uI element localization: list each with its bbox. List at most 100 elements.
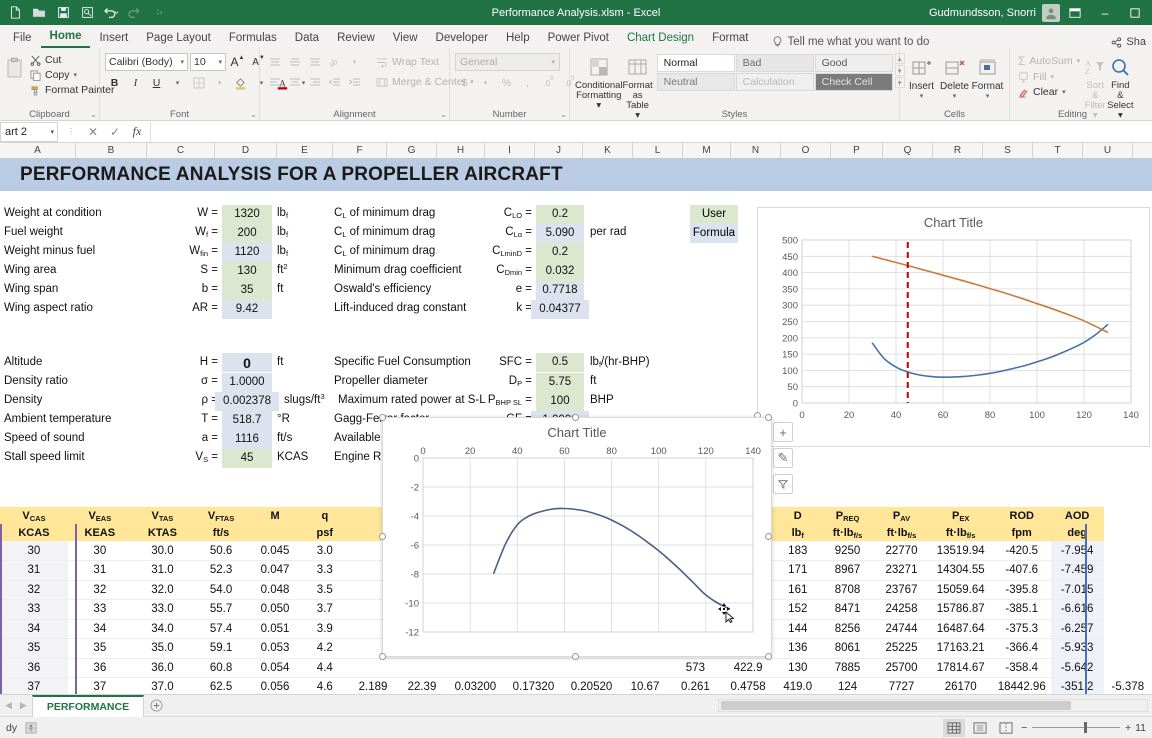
table-cell[interactable]: 16487.64 [928, 619, 993, 639]
ribbon-tab-bar[interactable]: File Home Insert Page Layout Formulas Da… [0, 25, 1152, 48]
table-cell[interactable]: 52.3 [193, 560, 250, 581]
table-cell[interactable]: 35.0 [131, 638, 194, 659]
value-oswalds-e[interactable]: 0.7718 [536, 281, 584, 300]
table-cell[interactable]: 32 [0, 580, 68, 600]
style-calculation[interactable]: Calculation [735, 73, 814, 91]
column-header-o[interactable]: O [781, 143, 831, 158]
value-weight-at-condition[interactable]: 1320 [222, 205, 272, 224]
table-cell[interactable]: -7.459 [1050, 560, 1104, 581]
column-header-m[interactable]: M [683, 143, 731, 158]
tab-nav-prev-icon[interactable]: ◀ [5, 700, 12, 711]
table-cell[interactable]: 31.0 [131, 560, 194, 581]
chevron-down-icon[interactable]: ▾ [176, 58, 184, 66]
sheet-tab-performance[interactable]: PERFORMANCE [31, 694, 145, 717]
value-wing-span[interactable]: 35 [222, 281, 272, 300]
redo-icon[interactable] [124, 2, 146, 23]
conditional-formatting-button[interactable]: Conditional Formatting ▾ [575, 53, 623, 111]
align-top-button[interactable] [265, 53, 284, 71]
insert-cells-button[interactable]: Insert ▾ [905, 53, 938, 100]
chevron-down-icon[interactable]: ▾ [920, 92, 924, 100]
tab-data[interactable]: Data [286, 29, 328, 48]
chart-handle-w[interactable] [379, 533, 386, 540]
tab-nav-next-icon[interactable]: ▶ [12, 700, 27, 711]
save-icon[interactable] [52, 2, 74, 23]
table-cell[interactable]: 0.20520 [562, 677, 621, 694]
increase-indent-button[interactable] [345, 73, 364, 91]
table-cell[interactable]: 0.048 [249, 580, 302, 600]
table-cell[interactable]: 34 [67, 619, 132, 639]
chevron-down-icon[interactable]: ▾ [986, 92, 990, 100]
column-header-k[interactable]: K [583, 143, 633, 158]
normal-view-button[interactable] [943, 718, 966, 737]
tab-developer[interactable]: Developer [427, 29, 497, 48]
tell-me-label[interactable]: Tell me what you want to do [788, 36, 930, 48]
chart-handle-ne[interactable] [765, 414, 772, 421]
table-cell[interactable]: 4.6 [301, 677, 349, 694]
align-center-button[interactable] [285, 73, 304, 91]
value-speed-of-sound[interactable]: 1116 [222, 430, 272, 449]
tab-power-pivot[interactable]: Power Pivot [539, 29, 618, 48]
value-wing-aspect-ratio[interactable]: 9.42 [222, 300, 272, 319]
ribbon-display-options-button[interactable] [1060, 0, 1090, 25]
value-density[interactable]: 0.002378 [215, 392, 279, 411]
column-header-f[interactable]: F [333, 143, 387, 158]
share-label[interactable]: Sha [1126, 36, 1146, 48]
horizontal-scrollbar[interactable] [718, 699, 1148, 712]
chevron-down-icon[interactable]: ▾ [74, 71, 78, 79]
table-cell[interactable]: 0.17320 [504, 677, 563, 694]
table-cell[interactable]: 0.03200 [446, 677, 505, 694]
cancel-formula-button[interactable]: ✕ [82, 122, 104, 142]
page-layout-view-button[interactable] [969, 719, 991, 737]
table-cell[interactable]: 161 [774, 580, 821, 600]
tab-help[interactable]: Help [497, 29, 539, 48]
table-cell[interactable]: 37.0 [131, 677, 194, 694]
tab-formulas[interactable]: Formulas [220, 29, 286, 48]
column-header-g[interactable]: G [387, 143, 437, 158]
value-density-ratio[interactable]: 1.0000 [222, 373, 272, 392]
chart-handle-nw[interactable] [379, 414, 386, 421]
table-cell[interactable]: 30 [67, 541, 132, 561]
table-cell[interactable]: 18442.96 [992, 677, 1051, 694]
table-cell[interactable]: 33 [0, 599, 68, 620]
table-cell[interactable]: 25225 [874, 638, 929, 659]
clipboard-dialog-launcher[interactable]: ⌄ [90, 110, 97, 119]
align-right-button[interactable] [305, 73, 324, 91]
table-cell[interactable]: 36 [0, 658, 68, 678]
table-cell[interactable]: 31 [67, 560, 132, 581]
table-cell[interactable]: 54.0 [193, 580, 250, 600]
column-header-c[interactable]: C [147, 143, 215, 158]
fill-color-button[interactable] [231, 74, 250, 92]
chart-handle-sw[interactable] [379, 653, 386, 660]
table-cell[interactable]: -351.2 [1050, 677, 1104, 694]
table-cell[interactable]: 14304.55 [928, 560, 993, 581]
chart-handle-s[interactable] [572, 653, 579, 660]
quick-access-toolbar[interactable] [0, 2, 170, 23]
table-cell[interactable]: 0.054 [249, 658, 302, 678]
value-cdmin[interactable]: 0.032 [536, 262, 584, 281]
style-bad[interactable]: Bad [735, 54, 814, 72]
table-cell[interactable]: 23271 [874, 560, 929, 581]
value-ambient-temperature[interactable]: 518.7 [222, 411, 272, 430]
table-cell[interactable]: 32.0 [131, 580, 194, 600]
chevron-down-icon[interactable]: ▾ [1077, 57, 1081, 65]
tab-review[interactable]: Review [328, 29, 384, 48]
column-header-e[interactable]: E [277, 143, 333, 158]
table-cell[interactable]: -5.933 [1050, 638, 1104, 659]
table-cell[interactable]: 55.7 [193, 599, 250, 620]
table-cell[interactable]: 36.0 [131, 658, 194, 678]
table-cell[interactable]: 0.047 [249, 560, 302, 581]
table-cell[interactable]: 0.051 [249, 619, 302, 639]
tab-home[interactable]: Home [40, 27, 91, 48]
table-cell[interactable]: 3.9 [301, 619, 349, 639]
table-cell[interactable]: 15059.64 [928, 580, 993, 600]
font-size-select[interactable]: 10 ▾ [190, 53, 226, 71]
borders-button[interactable] [189, 74, 208, 92]
table-cell[interactable]: -358.4 [992, 658, 1051, 678]
table-cell[interactable]: 0.045 [249, 541, 302, 561]
value-weight-minus-fuel[interactable]: 1120 [222, 243, 272, 262]
table-cell[interactable]: 3.7 [301, 599, 349, 620]
font-dialog-launcher[interactable]: ⌄ [250, 110, 257, 119]
tab-page-layout[interactable]: Page Layout [137, 29, 220, 48]
column-header-d[interactable]: D [215, 143, 277, 158]
bold-button[interactable]: B [105, 74, 124, 92]
